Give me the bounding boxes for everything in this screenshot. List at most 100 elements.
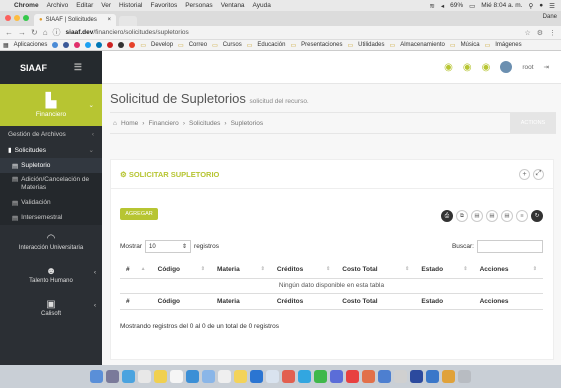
- breadcrumb-solicitudes[interactable]: Solicitudes: [189, 120, 220, 127]
- column-header[interactable]: Costo Total ⇕: [336, 262, 416, 279]
- folder-icon[interactable]: [442, 370, 455, 383]
- siri-icon[interactable]: ●: [539, 2, 543, 9]
- youtube-icon[interactable]: [107, 42, 114, 48]
- stickies-icon[interactable]: [234, 370, 247, 383]
- menu-archivo[interactable]: Archivo: [47, 2, 69, 9]
- close-window-icon[interactable]: [5, 15, 11, 21]
- new-tab-button[interactable]: [119, 16, 137, 26]
- bookmark-apps[interactable]: Aplicaciones: [14, 42, 48, 48]
- column-header[interactable]: # ▲: [120, 262, 152, 279]
- gmail-icon[interactable]: [129, 42, 136, 48]
- bookmark-almacenamiento[interactable]: Almacenamiento: [400, 42, 445, 48]
- launchpad-icon[interactable]: [106, 370, 119, 383]
- mail-icon[interactable]: [186, 370, 199, 383]
- minimize-window-icon[interactable]: [14, 15, 20, 21]
- terminal-icon[interactable]: [426, 370, 439, 383]
- notification-icon[interactable]: ☰: [549, 2, 555, 10]
- module-interaccion[interactable]: ◠ Interacción Universitaria: [0, 225, 102, 258]
- collapse-icon[interactable]: +: [519, 168, 530, 180]
- excel-icon[interactable]: ▤: [486, 210, 498, 222]
- slack-icon[interactable]: [330, 370, 343, 383]
- reload-icon[interactable]: ↻: [31, 28, 38, 37]
- music-icon[interactable]: [282, 370, 295, 383]
- menu-app[interactable]: Chrome: [14, 2, 39, 9]
- chrome-menu-icon[interactable]: ⋮: [549, 29, 556, 37]
- facetime-icon[interactable]: [314, 370, 327, 383]
- fullscreen-icon[interactable]: ⤢: [533, 168, 544, 180]
- info-icon[interactable]: ⓘ: [53, 27, 61, 38]
- menu-historial[interactable]: Historial: [119, 2, 142, 9]
- bookmark-educacion[interactable]: Educación: [257, 42, 285, 48]
- menu-personas[interactable]: Personas: [185, 2, 212, 9]
- facebook-icon[interactable]: [63, 42, 70, 48]
- column-header[interactable]: Estado ⇕: [415, 262, 474, 279]
- add-button[interactable]: AGREGAR: [120, 208, 158, 220]
- bookmark-cursos[interactable]: Cursos: [223, 42, 242, 48]
- forward-icon[interactable]: →: [18, 28, 26, 37]
- xcode-icon[interactable]: [250, 370, 263, 383]
- battery-percent[interactable]: 69%: [450, 2, 463, 9]
- messages-icon[interactable]: [298, 370, 311, 383]
- print-icon[interactable]: ⎙: [441, 210, 453, 222]
- sidebar-item-adicion[interactable]: ▤ Adición/Cancelación de Materias: [0, 173, 102, 195]
- twitter-icon[interactable]: [85, 42, 92, 48]
- bookmark-develop[interactable]: Develop: [151, 42, 173, 48]
- trash-icon[interactable]: [458, 370, 471, 383]
- textedit-icon[interactable]: [218, 370, 231, 383]
- breadcrumb-home[interactable]: Home: [121, 120, 138, 127]
- module-calisoft[interactable]: ▣ Calisoft ‹: [0, 291, 102, 324]
- sidebar-item-validacion[interactable]: ▤ Validación: [0, 195, 102, 210]
- photoshop-icon[interactable]: [410, 370, 423, 383]
- preview-icon[interactable]: [202, 370, 215, 383]
- module-talento-humano[interactable]: ☻ Talento Humano ‹: [0, 258, 102, 291]
- profile-name[interactable]: Dane: [543, 14, 557, 20]
- bookmark-utilidades[interactable]: Utilidades: [358, 42, 384, 48]
- settings-icon[interactable]: [394, 370, 407, 383]
- instagram-icon[interactable]: [74, 42, 81, 48]
- bookmark-imagenes[interactable]: Imágenes: [495, 42, 521, 48]
- close-tab-icon[interactable]: ×: [107, 17, 111, 23]
- menu-toggle-icon[interactable]: ☰: [74, 62, 82, 73]
- finder-icon[interactable]: [90, 370, 103, 383]
- chrome-icon[interactable]: [138, 370, 151, 383]
- bookmark-presentaciones[interactable]: Presentaciones: [301, 42, 342, 48]
- firefox-icon[interactable]: [362, 370, 375, 383]
- refresh-icon[interactable]: ↻: [531, 210, 543, 222]
- module-financiero[interactable]: ▙ Financiero ⌄: [0, 84, 102, 126]
- bookmark-musica[interactable]: Música: [461, 42, 480, 48]
- actions-button[interactable]: ACTIONS: [510, 113, 556, 133]
- notes-icon[interactable]: [154, 370, 167, 383]
- appstore-icon[interactable]: [378, 370, 391, 383]
- brand-logo[interactable]: SIAAF: [20, 63, 47, 73]
- page-size-select[interactable]: 10 ⇕: [145, 240, 192, 253]
- menu-editar[interactable]: Editar: [76, 2, 93, 9]
- calendar-icon[interactable]: [170, 370, 183, 383]
- volume-icon[interactable]: ◂: [441, 2, 444, 10]
- bookmark-correo[interactable]: Correo: [189, 42, 207, 48]
- menu-ventana[interactable]: Ventana: [221, 2, 245, 9]
- github-icon[interactable]: [118, 42, 125, 48]
- notification-bell-icon[interactable]: ◉: [463, 62, 472, 73]
- pdf-icon[interactable]: ▤: [471, 210, 483, 222]
- bookmark-favicon-icon[interactable]: [52, 42, 59, 48]
- safari-icon[interactable]: [122, 370, 135, 383]
- linkedin-icon[interactable]: [96, 42, 103, 48]
- copy-icon[interactable]: ⧉: [456, 210, 468, 222]
- sidebar-item-intersemestral[interactable]: ▤ Intersemestral: [0, 210, 102, 225]
- browser-tab[interactable]: ● SIAAF | Solicitudes ×: [34, 14, 116, 26]
- menu-ayuda[interactable]: Ayuda: [253, 2, 271, 9]
- breadcrumb-financiero[interactable]: Financiero: [148, 120, 178, 127]
- column-header[interactable]: Código ⇕: [151, 262, 211, 279]
- columns-icon[interactable]: ≡: [516, 210, 528, 222]
- back-icon[interactable]: ←: [5, 28, 13, 37]
- notification-bell-icon[interactable]: ◉: [482, 62, 491, 73]
- notification-bell-icon[interactable]: ◉: [444, 62, 453, 73]
- maximize-window-icon[interactable]: [23, 15, 29, 21]
- avatar[interactable]: [500, 61, 513, 73]
- column-header[interactable]: Materia ⇕: [210, 262, 271, 279]
- url-field[interactable]: siaaf.dev/financiero/solicitudes/supleto…: [66, 29, 189, 36]
- menu-ver[interactable]: Ver: [101, 2, 111, 9]
- photos-icon[interactable]: [266, 370, 279, 383]
- logout-icon[interactable]: ⇥: [544, 63, 549, 71]
- extension-icon[interactable]: ⚙: [537, 29, 543, 37]
